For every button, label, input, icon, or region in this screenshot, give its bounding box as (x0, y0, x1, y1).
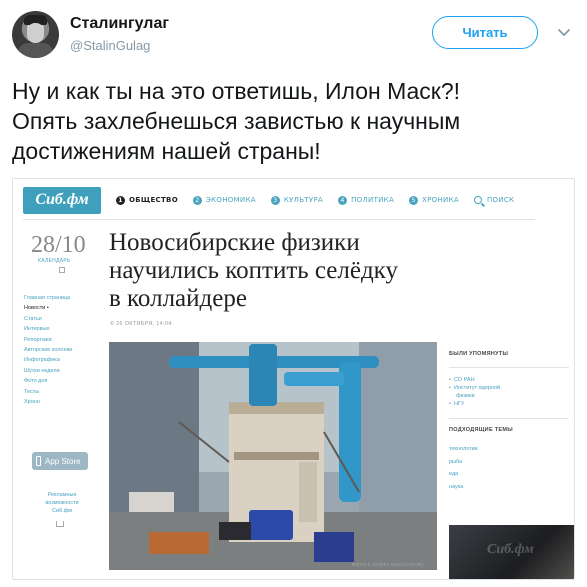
follow-button[interactable]: Читать (432, 16, 538, 49)
nav-label: Хроника (422, 196, 459, 204)
side-menu-item: Тесты (24, 388, 40, 395)
nav-label: Культура (283, 196, 324, 204)
nav-number: 2 (192, 195, 202, 205)
avatar-tunic (18, 43, 53, 58)
mentioned-list: СО РАН Институт ядерной физики НГУ (449, 376, 569, 408)
nav-label: Поиск (486, 196, 515, 204)
avatar-face (27, 23, 44, 43)
side-menu-item: Репортажи (24, 336, 52, 343)
site-logo: Сиб.фм (23, 186, 101, 214)
side-menu: Главная страница Новости • Статьи Интерв… (24, 293, 72, 407)
mentioned-item: СО РАН (449, 376, 569, 384)
mentioned-item: НГУ (449, 400, 569, 408)
app-store-badge: App Store (32, 452, 88, 470)
ads-link: Рекламные возможности Сиб.фм (38, 491, 86, 515)
nav-item-search: Поиск (473, 196, 515, 204)
topics-list: технологии рыба еда наука (449, 443, 569, 493)
nav-item-economy: 2 Экономика (192, 195, 256, 205)
nav-label: Политика (351, 196, 395, 204)
side-menu-item: Авторские колонки (24, 347, 73, 354)
mentioned-item: Институт ядерной (449, 384, 569, 392)
avatar[interactable] (12, 11, 59, 58)
tweet-line: достижениям нашей страны! (12, 138, 321, 164)
tweet-text: Ну и как ты на это ответишь, Илон Маск?!… (12, 76, 577, 166)
nav-item-society: 1 Общество (116, 195, 178, 205)
thumbnail-watermark: Сиб.фм (487, 542, 534, 557)
side-menu-item: Шутки недели (24, 367, 60, 374)
nav-item-politics: 4 Политика (338, 195, 395, 205)
user-handle[interactable]: @StalinGulag (70, 38, 150, 53)
calendar-icon (59, 267, 65, 273)
nav-label: Общество (129, 196, 178, 204)
phone-icon (36, 456, 41, 466)
topic-item: наука (449, 483, 464, 490)
chevron-down-icon[interactable] (556, 24, 572, 40)
calendar-label: Календарь (38, 258, 71, 264)
topics-heading: Подходящие темы (449, 427, 513, 433)
nav-number: 5 (409, 195, 419, 205)
nav-label: Экономика (205, 196, 256, 204)
nav-item-chronicle: 5 Хроника (409, 195, 459, 205)
tweet-line: Опять захлебнешься завистью к научным (12, 108, 461, 134)
side-menu-item: Хроно (24, 399, 40, 406)
headline-line: научились коптить селёдку (109, 257, 398, 284)
nav-number: 1 (116, 195, 125, 205)
topic-item: технологии (449, 446, 478, 452)
divider (449, 367, 569, 368)
divider (23, 219, 535, 220)
divider (449, 418, 569, 419)
related-sidebar: Были упомянуты СО РАН Институт ядерной ф… (449, 351, 569, 493)
cart-icon (56, 521, 64, 527)
app-store-label: App Store (45, 456, 81, 466)
mentioned-item: физики (456, 393, 475, 399)
nav-number: 3 (270, 195, 280, 205)
mentioned-heading: Были упомянуты (449, 351, 509, 357)
tweet-line: Ну и как ты на это ответишь, Илон Маск?! (12, 78, 461, 104)
topic-item: рыба (449, 458, 463, 465)
publish-date: © 26 октября, 14:04 (110, 321, 172, 327)
tweet-image[interactable]: Сиб.фм 1 Общество 2 Экономика 3 Культура 4П… (12, 178, 575, 580)
ads-line: Рекламные (47, 492, 77, 498)
nav-item-culture: 3 Культура (270, 195, 324, 205)
side-menu-item: Новости • (24, 305, 49, 312)
side-menu-item: Статьи (24, 315, 42, 322)
display-name[interactable]: Сталингулаг (70, 15, 169, 33)
ads-line: возможности (45, 500, 79, 506)
search-icon (473, 196, 482, 204)
ads-line: Сиб.фм (51, 508, 73, 514)
headline-line: в коллайдере (109, 285, 247, 312)
date-big: 28/10 (31, 232, 86, 258)
side-menu-item: Главная страница (24, 295, 71, 301)
side-menu-item: Инфографика (24, 357, 60, 364)
headline-line: Новосибирские физики (109, 229, 360, 256)
topic-item: еда (449, 471, 459, 477)
nav-number: 4 (338, 195, 348, 205)
photo-credit: Фото с сайта kolcovo.ru (352, 562, 424, 567)
site-nav: Сиб.фм 1 Общество 2 Экономика 3 Культура 4П… (23, 186, 535, 214)
collider-photo (109, 342, 437, 570)
side-menu-item: Интервью (24, 326, 50, 333)
article-headline: Новосибирские физики научились коптить с… (109, 229, 398, 313)
promo-thumbnail: Сиб.фм (449, 525, 574, 579)
article-photo (109, 342, 437, 570)
side-menu-item: Фото дня (24, 378, 48, 385)
